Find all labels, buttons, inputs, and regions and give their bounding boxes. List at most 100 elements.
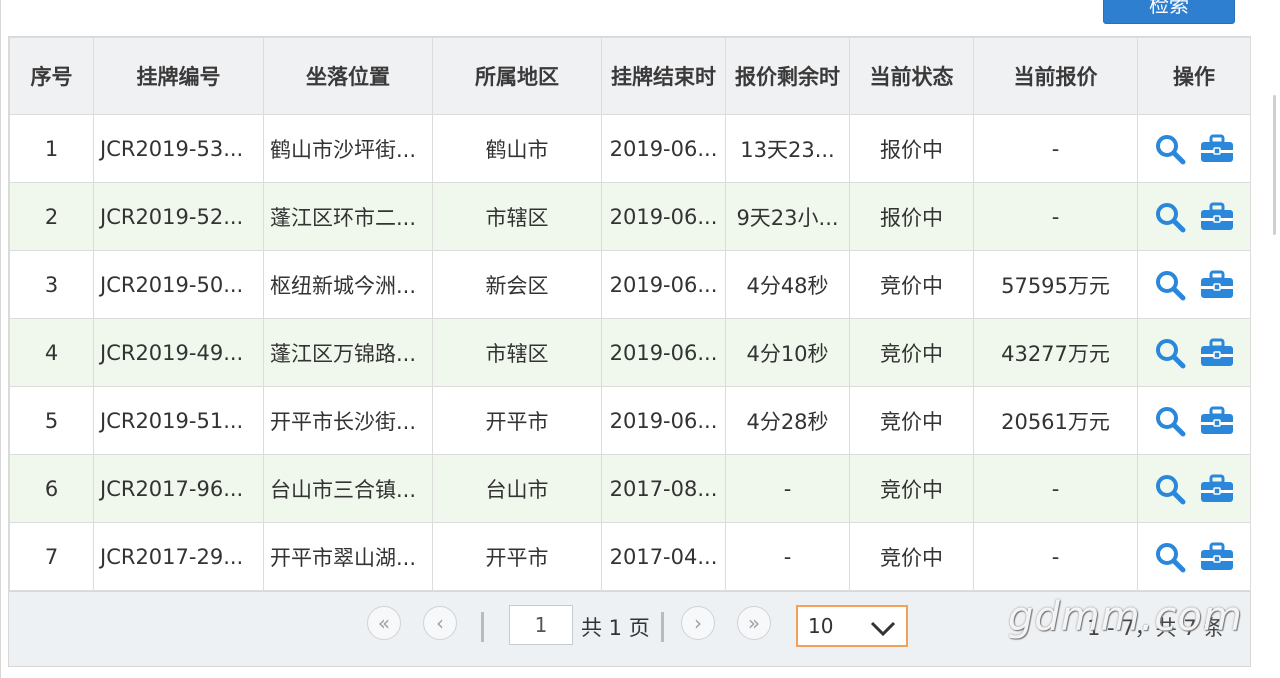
cell-status: 报价中 [849,114,974,183]
cell-location: 鹤山市沙坪街... [263,114,433,183]
cell-actions [1137,114,1251,183]
cell-end: 2017-04... [601,522,726,591]
total-pages-text: 共 1 页 [581,616,650,640]
table-row: 6 JCR2017-96... 台山市三合镇... 台山市 2017-08... - 竞价中… [9,454,1251,523]
cell-region: 市辖区 [432,318,602,387]
column-header: 序号 [9,37,94,115]
cell-no: 3 [9,250,94,319]
table-row: 5 JCR2019-51... 开平市长沙街... 开平市 2019-06... 4分28… [9,386,1251,455]
cell-status: 竞价中 [849,250,974,319]
page-size-value: 10 [808,614,834,638]
search-icon[interactable] [1154,541,1186,573]
cell-actions [1137,454,1251,523]
briefcase-icon[interactable] [1200,542,1234,572]
column-header: 当前报价 [973,37,1138,115]
search-icon[interactable] [1154,337,1186,369]
column-header: 坐落位置 [263,37,433,115]
briefcase-icon[interactable] [1200,406,1234,436]
search-icon[interactable] [1154,201,1186,233]
cell-code: JCR2019-53... [93,114,264,183]
cell-no: 7 [9,522,94,591]
cell-code: JCR2019-50... [93,250,264,319]
search-icon[interactable] [1154,133,1186,165]
cell-remain: 4分28秒 [725,386,850,455]
cell-region: 鹤山市 [432,114,602,183]
cell-price: - [973,182,1138,251]
table-row: 4 JCR2019-49... 蓬江区万锦路... 市辖区 2019-06... 4分10… [9,318,1251,387]
cell-region: 开平市 [432,522,602,591]
cell-status: 竞价中 [849,454,974,523]
cell-region: 开平市 [432,386,602,455]
cell-end: 2019-06... [601,318,726,387]
last-page-button[interactable]: » [737,606,771,640]
search-icon[interactable] [1154,473,1186,505]
column-header: 报价剩余时 [725,37,850,115]
cell-no: 5 [9,386,94,455]
results-grid: 序号 挂牌编号 坐落位置 所属地区 挂牌结束时 报价剩余时 当前状态 当前报价 … [8,36,1251,667]
briefcase-icon[interactable] [1200,134,1234,164]
cell-status: 报价中 [849,182,974,251]
cell-price: - [973,454,1138,523]
bottom-divider [8,666,1251,667]
cell-location: 枢纽新城今洲... [263,250,433,319]
cell-end: 2019-06... [601,114,726,183]
cell-no: 4 [9,318,94,387]
separator [481,612,484,642]
cell-price: - [973,114,1138,183]
cell-location: 开平市长沙街... [263,386,433,455]
cell-status: 竞价中 [849,522,974,591]
results-table: 序号 挂牌编号 坐落位置 所属地区 挂牌结束时 报价剩余时 当前状态 当前报价 … [9,37,1251,591]
search-icon[interactable] [1154,269,1186,301]
cell-region: 新会区 [432,250,602,319]
cell-price: 20561万元 [973,386,1138,455]
cell-no: 1 [9,114,94,183]
column-header: 操作 [1137,37,1251,115]
left-border [0,0,1,678]
table-row: 3 JCR2019-50... 枢纽新城今洲... 新会区 2019-06... 4分48… [9,250,1251,319]
table-row: 7 JCR2017-29... 开平市翠山湖... 开平市 2017-04... - 竞价中… [9,522,1251,591]
page-size-select[interactable]: 10 [796,605,908,647]
table-row: 1 JCR2019-53... 鹤山市沙坪街... 鹤山市 2019-06... 13天2… [9,114,1251,183]
briefcase-icon[interactable] [1200,474,1234,504]
cell-actions [1137,522,1251,591]
cell-end: 2019-06... [601,250,726,319]
page-number-input[interactable] [509,605,573,645]
chevron-down-icon [870,618,896,642]
scrollbar-thumb[interactable] [1273,95,1276,235]
cell-actions [1137,182,1251,251]
cell-end: 2019-06... [601,386,726,455]
cell-price: - [973,522,1138,591]
cell-actions [1137,250,1251,319]
cell-code: JCR2019-49... [93,318,264,387]
prev-page-button[interactable]: ‹ [423,606,457,640]
column-header: 挂牌编号 [93,37,264,115]
briefcase-icon[interactable] [1200,270,1234,300]
cell-end: 2019-06... [601,182,726,251]
briefcase-icon[interactable] [1200,338,1234,368]
cell-region: 台山市 [432,454,602,523]
cell-remain: 4分10秒 [725,318,850,387]
cell-remain: 4分48秒 [725,250,850,319]
search-icon[interactable] [1154,405,1186,437]
cell-status: 竞价中 [849,318,974,387]
briefcase-icon[interactable] [1200,202,1234,232]
cell-location: 台山市三合镇... [263,454,433,523]
search-button[interactable]: 检索 [1103,0,1235,24]
cell-region: 市辖区 [432,182,602,251]
cell-remain: - [725,454,850,523]
column-header: 所属地区 [432,37,602,115]
cell-code: JCR2017-29... [93,522,264,591]
next-page-button[interactable]: › [681,606,715,640]
cell-code: JCR2019-51... [93,386,264,455]
cell-end: 2017-08... [601,454,726,523]
cell-actions [1137,318,1251,387]
cell-price: 43277万元 [973,318,1138,387]
first-page-button[interactable]: « [367,606,401,640]
cell-location: 开平市翠山湖... [263,522,433,591]
cell-code: JCR2019-52... [93,182,264,251]
column-header: 当前状态 [849,37,974,115]
cell-status: 竞价中 [849,386,974,455]
separator [661,612,664,642]
cell-remain: 13天23... [725,114,850,183]
cell-no: 6 [9,454,94,523]
